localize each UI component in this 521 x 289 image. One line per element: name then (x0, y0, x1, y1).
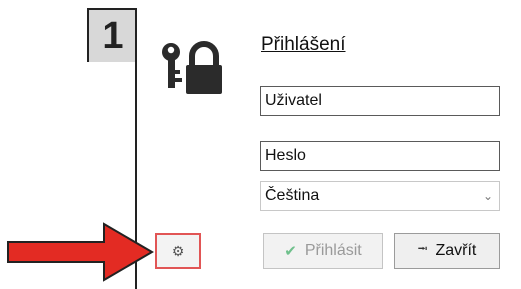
close-button-label: Zavřít (435, 242, 477, 259)
key-lock-icon (162, 41, 222, 94)
gear-icon: ⚙ (171, 242, 185, 259)
login-button[interactable]: ✔ Přihlásit (263, 233, 383, 269)
close-button[interactable]: ⭲ Zavřít (394, 233, 500, 269)
login-title: Přihlášení (261, 34, 346, 55)
password-input[interactable] (260, 141, 500, 171)
chevron-down-icon: ⌄ (482, 189, 493, 203)
login-button-label: Přihlásit (304, 242, 362, 259)
exit-door-icon: ⭲ (417, 241, 428, 256)
checkmark-icon: ✔ (284, 243, 297, 260)
settings-button[interactable]: ⚙ (155, 233, 201, 269)
red-arrow-annotation (7, 222, 154, 282)
step-number-badge: 1 (87, 8, 137, 62)
username-input[interactable] (260, 86, 500, 116)
language-selected-value: Čeština (265, 187, 320, 204)
language-select[interactable]: Čeština ⌄ (260, 181, 500, 211)
